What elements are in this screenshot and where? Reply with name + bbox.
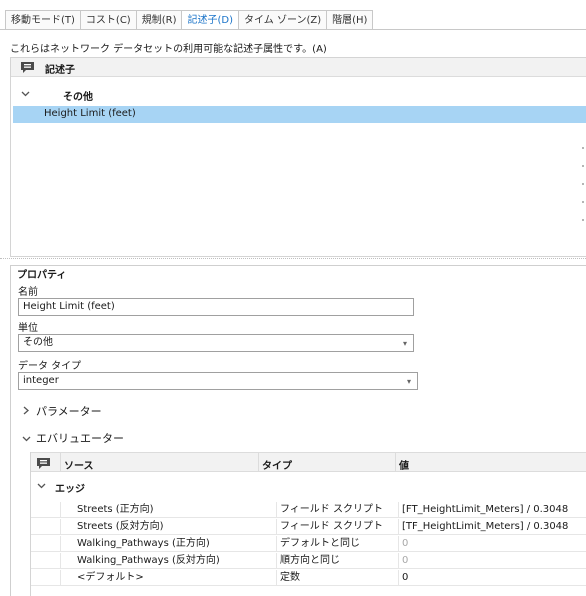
tab-hierarchy[interactable]: 階層(H) [326, 10, 374, 30]
value-cell[interactable]: 0 [398, 570, 586, 586]
tab-restrictions[interactable]: 規制(R) [135, 10, 182, 30]
chevron-down-icon[interactable] [21, 89, 30, 100]
parameters-label: パラメーター [36, 405, 102, 418]
type-cell[interactable]: 定数 [276, 570, 398, 586]
tab-costs[interactable]: コスト(C) [79, 10, 136, 30]
datatype-value: integer [23, 375, 59, 386]
evaluators-label: エバリュエーター [36, 432, 124, 445]
tab-descriptors[interactable]: 記述子(D) [181, 10, 238, 30]
units-value: その他 [23, 337, 53, 348]
descriptor-group-other[interactable]: その他 [11, 84, 586, 104]
properties-legend: プロパティ [17, 266, 70, 281]
type-cell[interactable]: フィールド スクリプト [276, 519, 398, 535]
evaluators-table: ソース タイプ 値 エッジ Streets (正方向) フィールド スクリプト … [30, 452, 586, 596]
descriptor-group-label: その他 [63, 92, 93, 103]
descriptor-list-header: 記述子 [11, 58, 586, 77]
dropdown-arrow-icon: ▾ [406, 377, 411, 386]
tab-time-zone[interactable]: タイム ゾーン(Z) [238, 10, 327, 30]
chevron-right-icon[interactable] [22, 405, 36, 418]
chevron-down-icon[interactable] [37, 481, 46, 492]
value-cell[interactable]: 0 [398, 536, 586, 552]
descriptor-list: 記述子 その他 Height Limit (feet) [10, 57, 586, 257]
value-cell[interactable]: [TF_HeightLimit_Meters] / 0.3048 [398, 519, 586, 535]
descriptor-column-header: 記述子 [45, 65, 75, 76]
column-header-type[interactable]: タイプ [262, 457, 292, 472]
units-label: 単位 [18, 323, 38, 334]
chevron-down-icon[interactable] [22, 432, 36, 445]
descriptor-item-label: Height Limit (feet) [44, 108, 136, 119]
type-cell[interactable]: デフォルトと同じ [276, 536, 398, 552]
value-cell[interactable]: [FT_HeightLimit_Meters] / 0.3048 [398, 502, 586, 518]
dropdown-arrow-icon: ▾ [402, 339, 407, 348]
splitter[interactable] [0, 258, 586, 262]
column-header-source[interactable]: ソース [64, 457, 94, 472]
evaluators-section[interactable]: エバリュエーター [22, 430, 124, 446]
type-cell[interactable]: フィールド スクリプト [276, 502, 398, 518]
descriptor-item-selected[interactable]: Height Limit (feet) [13, 106, 586, 123]
comment-icon [21, 62, 34, 76]
source-cell: Streets (正方向) [60, 502, 276, 518]
source-cell: Walking_Pathways (正方向) [60, 536, 276, 552]
parameters-section[interactable]: パラメーター [22, 403, 102, 419]
source-cell: Streets (反対方向) [60, 519, 276, 535]
tab-strip: 移動モード(T) コスト(C) 規制(R) 記述子(D) タイム ゾーン(Z) … [5, 10, 374, 30]
table-row[interactable]: Streets (反対方向) フィールド スクリプト [TF_HeightLim… [31, 519, 586, 535]
evaluator-group-edges[interactable]: エッジ [31, 477, 586, 497]
name-input[interactable]: Height Limit (feet) [18, 298, 414, 316]
tab-travel-modes[interactable]: 移動モード(T) [5, 10, 80, 30]
table-row[interactable]: <デフォルト> 定数 0 [31, 570, 586, 586]
list-scrollbar[interactable] [578, 77, 586, 257]
datatype-select[interactable]: integer ▾ [18, 372, 418, 390]
column-header-value[interactable]: 値 [399, 457, 409, 472]
type-cell[interactable]: 順方向と同じ [276, 553, 398, 569]
units-select[interactable]: その他 ▾ [18, 334, 414, 352]
comment-icon [37, 458, 50, 472]
datatype-label: データ タイプ [18, 361, 82, 372]
tab-bar: 移動モード(T) コスト(C) 規制(R) 記述子(D) タイム ゾーン(Z) … [0, 0, 586, 30]
source-cell: Walking_Pathways (反対方向) [60, 553, 276, 569]
source-cell: <デフォルト> [60, 570, 276, 586]
evaluator-group-label: エッジ [55, 484, 85, 495]
evaluators-table-header: ソース タイプ 値 [31, 452, 586, 472]
tab-divider [0, 29, 586, 30]
table-row[interactable]: Streets (正方向) フィールド スクリプト [FT_HeightLimi… [31, 502, 586, 518]
name-label: 名前 [18, 287, 38, 298]
table-row[interactable]: Walking_Pathways (正方向) デフォルトと同じ 0 [31, 536, 586, 552]
value-cell[interactable]: 0 [398, 553, 586, 569]
descriptors-description: これらはネットワーク データセットの利用可能な記述子属性です。(A) [10, 44, 327, 55]
table-row[interactable]: Walking_Pathways (反対方向) 順方向と同じ 0 [31, 553, 586, 569]
